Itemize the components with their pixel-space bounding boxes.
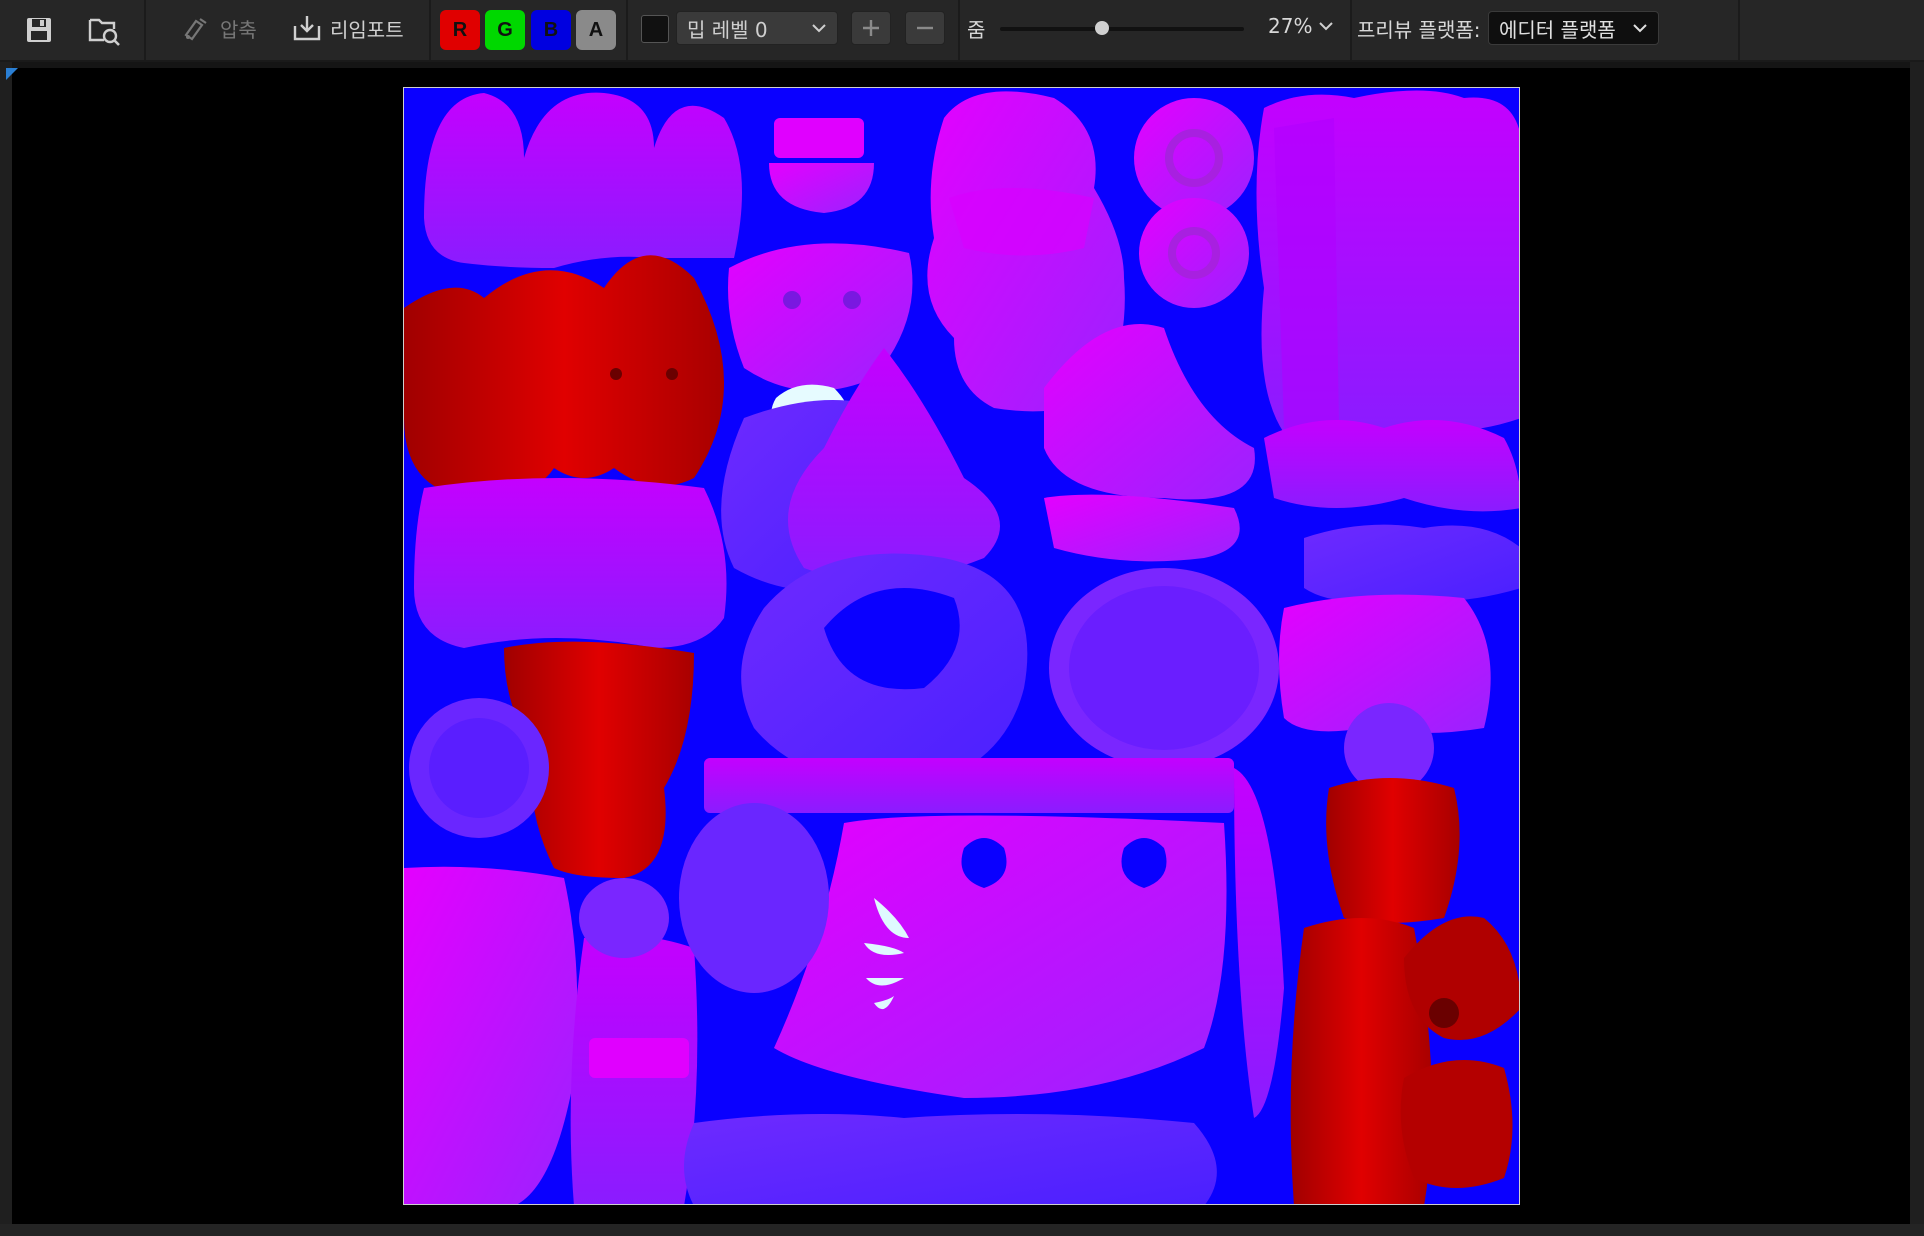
zoom-slider[interactable] bbox=[1000, 27, 1244, 31]
chevron-down-icon bbox=[1633, 24, 1647, 33]
mip-decrease-button[interactable] bbox=[905, 11, 945, 45]
save-icon bbox=[27, 18, 51, 42]
compress-button[interactable]: 압축 bbox=[182, 10, 257, 46]
compress-label: 압축 bbox=[220, 17, 257, 42]
minus-icon bbox=[917, 26, 933, 30]
zoom-label: 줌 bbox=[967, 18, 986, 42]
toolbar-divider bbox=[958, 0, 960, 60]
zoom-dropdown[interactable]: 27% bbox=[1268, 14, 1334, 38]
browse-asset-button[interactable] bbox=[84, 10, 124, 50]
viewport-corner-marker bbox=[6, 68, 18, 80]
status-bar bbox=[0, 1224, 1924, 1236]
reimport-button[interactable]: 리임포트 bbox=[292, 10, 404, 46]
toolbar-divider bbox=[429, 0, 431, 60]
mip-increase-button[interactable] bbox=[851, 11, 891, 45]
channel-blue-toggle[interactable]: B bbox=[531, 10, 571, 50]
compress-icon bbox=[184, 18, 207, 41]
channel-red-toggle[interactable]: R bbox=[440, 10, 480, 50]
browse-asset-icon bbox=[88, 18, 120, 46]
chevron-down-icon bbox=[812, 24, 826, 33]
preview-platform-dropdown[interactable]: 에디터 플랫폼 bbox=[1488, 11, 1659, 45]
save-button[interactable] bbox=[19, 10, 59, 50]
toolbar-divider bbox=[144, 0, 146, 60]
texture-image bbox=[404, 90, 1519, 1204]
toolbar-divider bbox=[626, 0, 628, 60]
mip-level-value: 밉 레벨 0 bbox=[687, 17, 768, 42]
toolbar: 압축 리임포트 R G B A 밉 레벨 0 줌 27% 프리뷰 플랫폼: 에디… bbox=[0, 0, 1924, 62]
toolbar-divider bbox=[1350, 0, 1352, 60]
plus-icon bbox=[863, 20, 879, 36]
toolbar-divider bbox=[1738, 0, 1740, 60]
zoom-slider-thumb[interactable] bbox=[1095, 21, 1109, 35]
preview-platform-label: 프리뷰 플랫폼: bbox=[1357, 18, 1481, 42]
texture-preview bbox=[403, 87, 1520, 1205]
viewport-scrollbar[interactable] bbox=[1910, 62, 1924, 1236]
preview-platform-value: 에디터 플랫폼 bbox=[1499, 17, 1616, 42]
reimport-label: 리임포트 bbox=[330, 17, 404, 42]
channel-green-toggle[interactable]: G bbox=[485, 10, 525, 50]
reimport-icon bbox=[293, 16, 321, 41]
viewport-left-border bbox=[0, 62, 12, 1236]
channel-alpha-toggle[interactable]: A bbox=[576, 10, 616, 50]
zoom-value: 27% bbox=[1268, 14, 1313, 38]
mip-level-dropdown[interactable]: 밉 레벨 0 bbox=[676, 11, 838, 45]
chevron-down-icon bbox=[1319, 22, 1334, 31]
background-color-swatch[interactable] bbox=[641, 15, 669, 43]
